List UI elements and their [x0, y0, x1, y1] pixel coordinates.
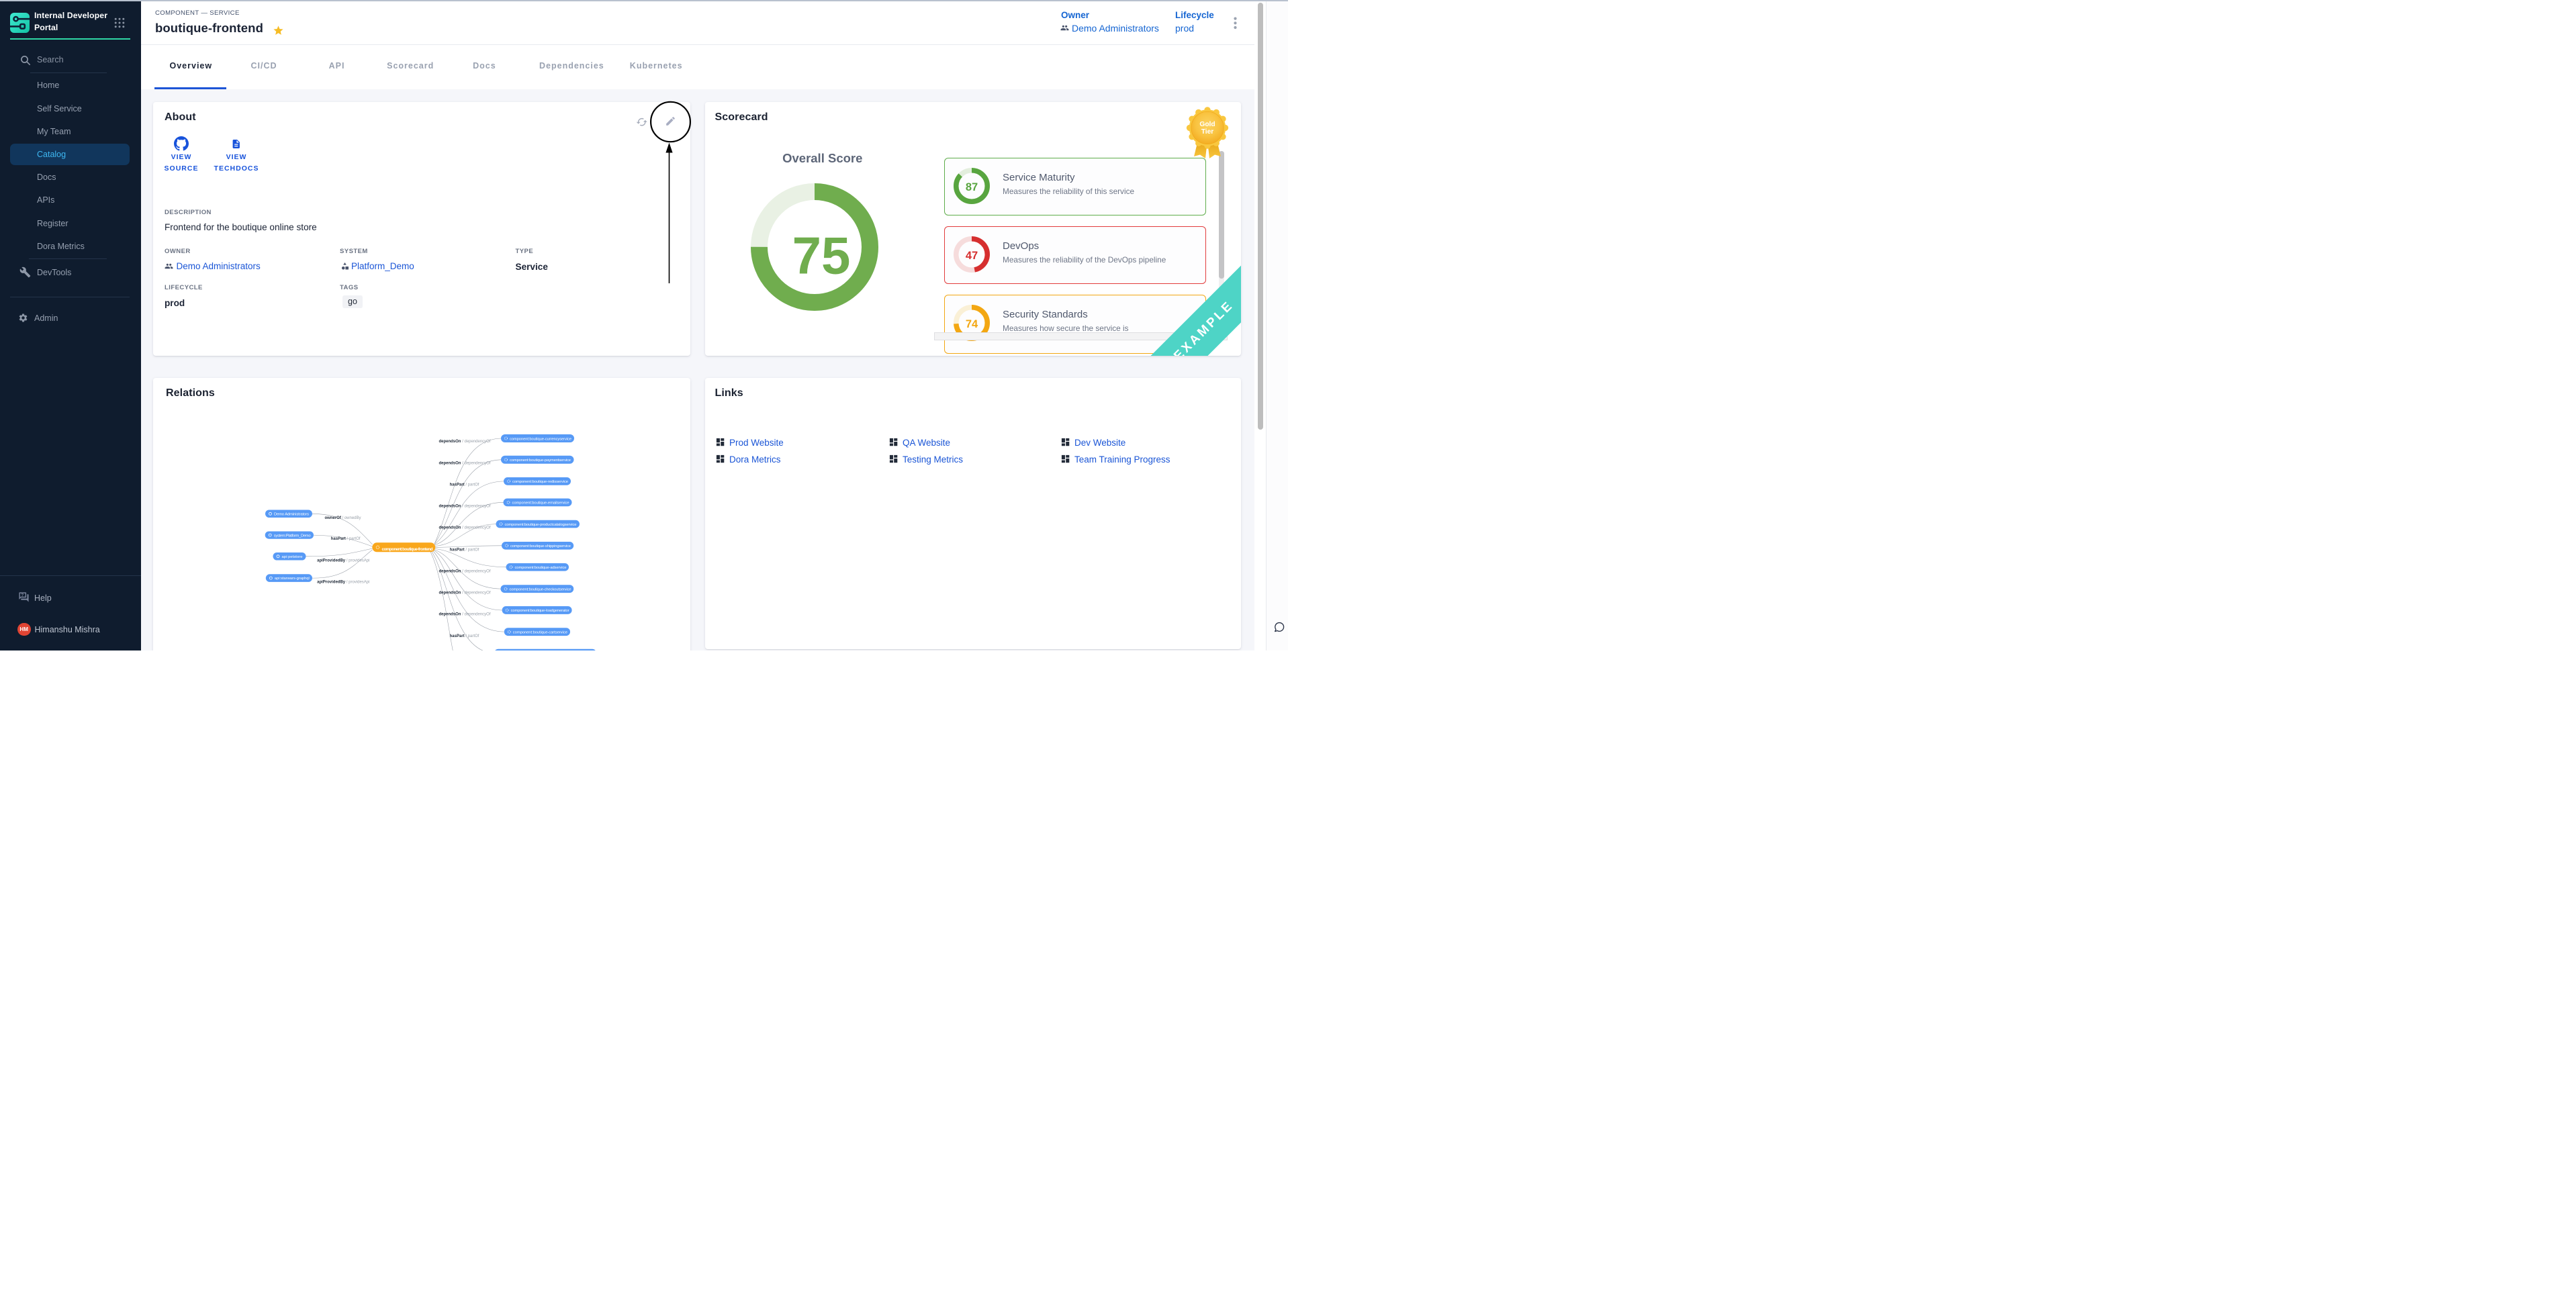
svg-text:hasPart / partOf: hasPart / partOf: [450, 483, 479, 487]
svg-text:component:boutique-checkoutser: component:boutique-checkoutservice: [510, 587, 571, 591]
svg-text:component:boutique-currencyser: component:boutique-currencyservice: [510, 437, 571, 441]
svg-text:dependsOn / dependencyOf: dependsOn / dependencyOf: [439, 591, 490, 595]
svg-text:dependsOn / dependencyOf: dependsOn / dependencyOf: [439, 526, 490, 530]
svg-text:Gold: Gold: [1199, 121, 1215, 128]
svg-text:dependsOn / dependencyOf: dependsOn / dependencyOf: [439, 504, 490, 508]
svg-text:system:Platform_Demo: system:Platform_Demo: [274, 534, 311, 538]
svg-text:Tier: Tier: [1201, 128, 1214, 136]
svg-text:component:boutique-redisservic: component:boutique-redisservice: [512, 480, 568, 484]
svg-text:ownerOf / ownedBy: ownerOf / ownedBy: [324, 516, 361, 520]
svg-text:apiProvidedBy / providesApi: apiProvidedBy / providesApi: [317, 581, 369, 585]
svg-text:api:starwars-graphql: api:starwars-graphql: [275, 577, 310, 581]
svg-text:api:petstore: api:petstore: [282, 555, 303, 559]
svg-text:hasPart / partOf: hasPart / partOf: [450, 634, 479, 638]
svg-text:dependsOn / dependencyOf: dependsOn / dependencyOf: [439, 569, 490, 573]
svg-text:hasPart / partOf: hasPart / partOf: [450, 548, 479, 552]
svg-text:component:boutique-loadgenerat: component:boutique-loadgenerator: [511, 609, 569, 613]
svg-text:dependsOn / dependencyOf: dependsOn / dependencyOf: [439, 612, 490, 616]
svg-text:dependsOn / dependencyOf: dependsOn / dependencyOf: [439, 461, 490, 465]
svg-text:hasPart / partOf: hasPart / partOf: [331, 537, 361, 541]
svg-text:component:boutique-emailservic: component:boutique-emailservice: [512, 501, 569, 505]
svg-text:Demo Administrators: Demo Administrators: [274, 513, 309, 517]
svg-text:dependsOn / dependencyOf: dependsOn / dependencyOf: [439, 440, 490, 444]
svg-text:component:boutique-frontend: component:boutique-frontend: [382, 547, 433, 552]
svg-text:component:boutique-productcata: component:boutique-productcatalogservice: [505, 523, 577, 527]
svg-text:component:boutique-shippingser: component:boutique-shippingservice: [510, 544, 571, 548]
svg-text:component:boutique-paymentserv: component:boutique-paymentservice: [510, 459, 571, 463]
svg-text:?: ?: [21, 593, 24, 597]
svg-text:component:boutique-adservice: component:boutique-adservice: [515, 566, 567, 570]
svg-text:component:boutique-cartservice: component:boutique-cartservice: [513, 630, 567, 634]
svg-text:apiProvidedBy / providesApi: apiProvidedBy / providesApi: [317, 559, 369, 563]
